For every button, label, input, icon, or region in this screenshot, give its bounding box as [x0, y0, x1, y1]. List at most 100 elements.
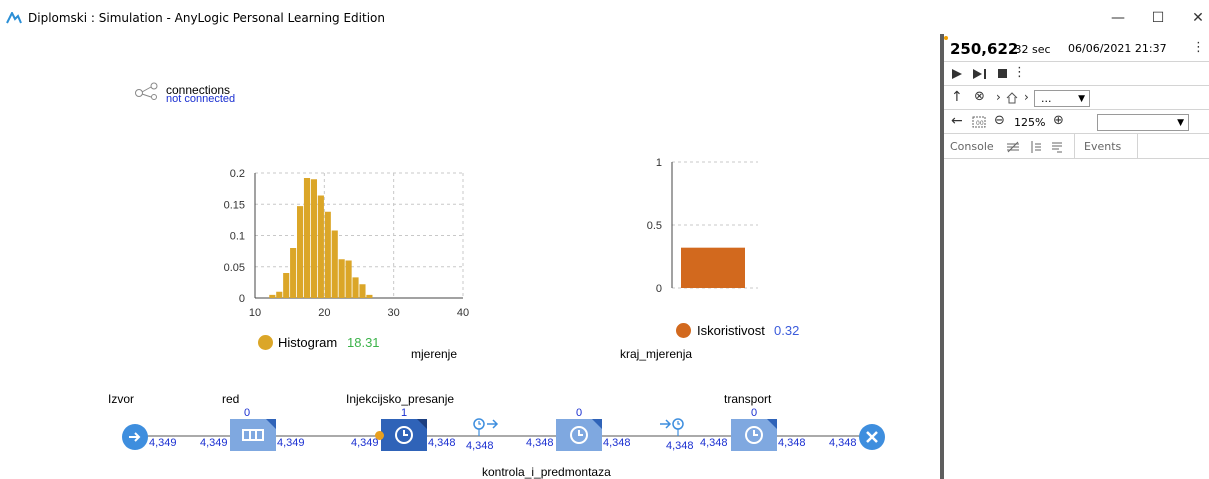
home-icon[interactable]	[1006, 92, 1018, 104]
delay3-in-count: 4,348	[700, 437, 728, 449]
navigation-row: ↑ ⊗ › › ... ▼	[944, 86, 1209, 110]
histogram-y-tick: 0	[239, 293, 245, 305]
chevron-right-icon: ›	[996, 90, 1001, 104]
more-menu-icon[interactable]: ⋮	[1192, 40, 1205, 55]
bar-legend-dot	[676, 323, 691, 338]
delay2-in-count: 4,348	[526, 437, 554, 449]
zoom-level: 125%	[1014, 116, 1046, 129]
delay1-name: Injekcijsko_presanje	[346, 392, 455, 406]
cancel-circle-icon[interactable]: ⊗	[974, 89, 985, 104]
chevron-right-icon: ›	[1024, 90, 1029, 104]
delay3-out-count: 4,348	[778, 437, 806, 449]
bar-chart-name: kraj_mjerenja	[620, 347, 693, 361]
maximize-button[interactable]: ☐	[1138, 4, 1178, 32]
clock-icon	[395, 419, 427, 444]
histogram-bar	[338, 259, 345, 298]
tab-events-container: Events	[1074, 134, 1138, 159]
select-output-1-icon	[473, 418, 499, 436]
delay2-name: kontrola_i_predmontaza	[482, 465, 611, 479]
source-arrow-icon	[129, 432, 141, 442]
histogram-y-tick: 0.05	[224, 262, 245, 274]
histogram-legend-label: Histogram	[278, 335, 338, 350]
sink-in-count: 4,348	[829, 437, 857, 449]
tabs-row: Console Events	[944, 134, 1209, 159]
histogram-bar	[352, 277, 359, 298]
delay1-out-count: 4,348	[428, 437, 456, 449]
clock-icon	[745, 419, 777, 444]
clear-console-icon[interactable]	[1006, 141, 1020, 153]
dropdown-arrow-icon: ▼	[1177, 118, 1184, 128]
histogram-name: mjerenje	[411, 347, 458, 361]
run-icon[interactable]	[952, 69, 962, 79]
back-arrow-icon[interactable]: ←	[951, 113, 963, 129]
stop-icon[interactable]	[998, 69, 1008, 79]
delay1-in-count: 4,349	[351, 437, 379, 449]
histogram-bar	[317, 195, 324, 298]
histogram-chart: 0.2 0.15 0.1 0.05 0 10 20 30 40	[224, 168, 470, 319]
minimize-button[interactable]: —	[1098, 4, 1138, 32]
source-out-count: 4,349	[149, 437, 177, 449]
delay3-name: transport	[724, 392, 772, 406]
bar-y-tick: 0	[656, 283, 662, 295]
view-area-dropdown[interactable]: ▼	[1097, 114, 1189, 131]
histogram-y-tick: 0.2	[230, 168, 245, 180]
queue-count: 0	[244, 407, 251, 419]
navigation-dropdown-value: ...	[1041, 92, 1052, 105]
histogram-bar	[345, 260, 352, 298]
sink-block[interactable]	[859, 424, 885, 450]
zoom-in-icon[interactable]: ⊕	[1053, 113, 1064, 128]
scroll-lock-icon[interactable]	[1030, 141, 1042, 153]
bar-legend-label: Iskoristivost	[697, 323, 765, 338]
histogram-y-tick: 0.1	[230, 231, 245, 243]
bar-y-tick: 0.5	[647, 220, 662, 232]
close-button[interactable]: ✕	[1178, 4, 1209, 32]
bar-iskoristivost	[681, 247, 745, 288]
tab-events[interactable]: Events	[1084, 134, 1121, 159]
connections-status: not connected	[166, 93, 236, 105]
histogram-legend-value: 18.31	[347, 335, 380, 350]
developer-panel: 250,622 .32 sec 06/06/2021 21:37 ⋮ ⋮ ↑ ⊗…	[944, 34, 1209, 479]
histogram-x-tick: 30	[388, 307, 400, 319]
simulation-canvas: connections not connected 0.2 0.15 0.1 0.05…	[0, 34, 940, 479]
delay1-count: 1	[401, 407, 408, 419]
queue-out-count: 4,349	[277, 437, 305, 449]
histogram-y-tick: 0.15	[224, 199, 245, 211]
status-dot	[944, 36, 948, 40]
histogram-bar	[269, 294, 276, 298]
window-title-bar: Diplomski : Simulation - AnyLogic Person…	[0, 0, 1209, 34]
window-title: Diplomski : Simulation - AnyLogic Person…	[28, 11, 385, 25]
model-time-value: 250,622	[950, 40, 1019, 58]
connections-icon	[135, 82, 158, 100]
zoom-out-icon[interactable]: ⊖	[994, 113, 1005, 128]
queue-icon	[242, 419, 276, 441]
model-time-fraction: .32 sec	[1011, 43, 1051, 56]
bar-y-tick: 1	[656, 157, 662, 169]
fit-view-icon[interactable]: 00	[972, 116, 986, 128]
histogram-bar	[283, 273, 290, 298]
bar-legend-value: 0.32	[774, 323, 800, 338]
delay1-block[interactable]	[381, 419, 427, 451]
histogram-bar	[359, 284, 366, 298]
run-more-icon[interactable]: ⋮	[1013, 65, 1026, 80]
histogram-bar	[303, 178, 311, 298]
word-wrap-icon[interactable]	[1051, 141, 1063, 153]
delay2-block[interactable]	[556, 419, 602, 451]
model-datetime: 06/06/2021 21:37	[1068, 42, 1167, 55]
clock-icon	[570, 419, 602, 444]
select-output-2-icon	[660, 418, 684, 436]
delay3-block[interactable]	[731, 419, 777, 451]
histogram-x-tick: 40	[457, 307, 469, 319]
step-icon[interactable]	[973, 69, 987, 79]
queue-block[interactable]	[230, 419, 276, 451]
up-arrow-icon[interactable]: ↑	[951, 89, 963, 105]
dropdown-arrow-icon: ▼	[1078, 94, 1085, 104]
histogram-bar	[276, 291, 283, 298]
histogram-bar	[290, 248, 297, 298]
navigation-dropdown[interactable]: ... ▼	[1034, 90, 1090, 107]
select2-out-count: 4,348	[666, 440, 694, 452]
select1-out-count: 4,348	[466, 440, 494, 452]
histogram-legend-dot	[258, 335, 273, 350]
histogram-bar	[310, 179, 317, 298]
tab-console[interactable]: Console	[950, 134, 994, 159]
source-block[interactable]	[122, 424, 148, 450]
